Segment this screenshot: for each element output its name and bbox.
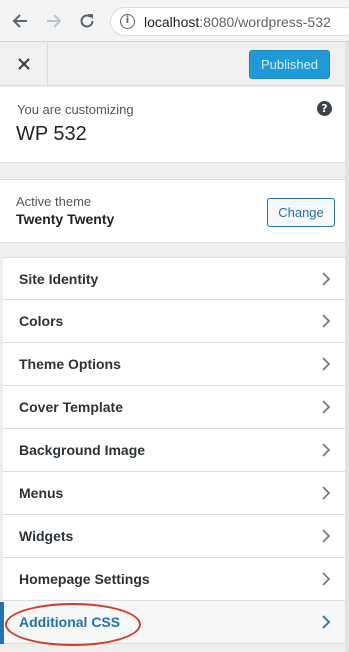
panel-label: Homepage Settings	[19, 571, 150, 587]
forward-arrow-icon[interactable]	[42, 9, 66, 33]
panel-label: Site Identity	[19, 271, 99, 287]
panel-label: Cover Template	[19, 399, 123, 415]
panel-cover-template[interactable]: Cover Template	[3, 386, 345, 429]
panel-label: Theme Options	[19, 356, 121, 372]
chevron-right-icon	[322, 314, 331, 328]
help-icon[interactable]: ?	[317, 101, 332, 116]
reload-icon[interactable]	[75, 9, 99, 33]
close-button[interactable]	[0, 42, 48, 85]
panel-colors[interactable]: Colors	[3, 300, 345, 343]
panel-widgets[interactable]: Widgets	[3, 515, 345, 558]
chevron-right-icon	[322, 486, 331, 500]
address-bar[interactable]: i localhost:8080/wordpress-532	[110, 7, 349, 36]
change-theme-button[interactable]: Change	[267, 198, 335, 227]
url-text[interactable]: localhost:8080/wordpress-532	[144, 14, 331, 30]
publish-button[interactable]: Published	[249, 50, 330, 79]
active-theme-section: Active theme Twenty Twenty Change	[0, 179, 345, 243]
panel-background-image[interactable]: Background Image	[3, 429, 345, 472]
close-icon	[17, 57, 30, 70]
active-theme-label: Active theme	[16, 194, 92, 209]
chevron-right-icon	[322, 615, 331, 629]
annotation-circle	[5, 603, 141, 646]
site-title: WP 532	[16, 123, 87, 145]
panel-label: Colors	[19, 313, 64, 329]
panel-label: Widgets	[19, 528, 74, 544]
preview-edge	[345, 42, 349, 652]
back-arrow-icon[interactable]	[8, 9, 32, 33]
panel-list: Site Identity Colors Theme Options Cover…	[3, 257, 345, 644]
panel-site-identity[interactable]: Site Identity	[3, 257, 345, 300]
panel-theme-options[interactable]: Theme Options	[3, 343, 345, 386]
chevron-right-icon	[322, 400, 331, 414]
chevron-right-icon	[322, 443, 331, 457]
panel-label: Menus	[19, 485, 64, 501]
panel-homepage-settings[interactable]: Homepage Settings	[3, 558, 345, 601]
active-indicator	[0, 602, 4, 644]
customizer-header: Published	[0, 42, 345, 86]
info-icon[interactable]: i	[120, 14, 135, 29]
customizing-info: You are customizing WP 532 ?	[0, 87, 345, 163]
browser-toolbar: i localhost:8080/wordpress-532	[0, 0, 349, 42]
customizing-label: You are customizing	[17, 102, 134, 117]
chevron-right-icon	[322, 529, 331, 543]
active-theme-name: Twenty Twenty	[16, 211, 115, 227]
panel-label: Background Image	[19, 442, 146, 458]
chevron-right-icon	[322, 572, 331, 586]
panel-menus[interactable]: Menus	[3, 472, 345, 515]
chevron-right-icon	[322, 357, 331, 371]
chevron-right-icon	[322, 272, 331, 286]
